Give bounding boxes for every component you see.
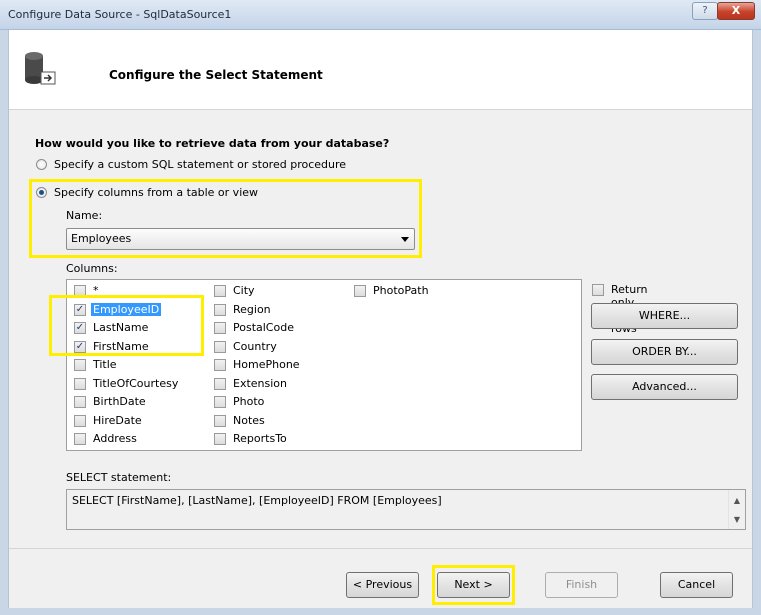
table-name-value: Employees bbox=[71, 232, 132, 245]
column-checkbox[interactable] bbox=[214, 414, 226, 427]
column-label[interactable]: * bbox=[91, 284, 101, 297]
column-label[interactable]: TitleOfCourtesy bbox=[91, 377, 180, 390]
window-title: Configure Data Source - SqlDataSource1 bbox=[8, 8, 232, 21]
column-label[interactable]: PhotoPath bbox=[371, 284, 431, 297]
column-label[interactable]: Photo bbox=[231, 395, 266, 408]
column-checkbox[interactable] bbox=[354, 285, 366, 297]
previous-button[interactable]: < Previous bbox=[346, 572, 419, 598]
page-title: Configure the Select Statement bbox=[109, 68, 323, 82]
question-label: How would you like to retrieve data from… bbox=[35, 137, 390, 150]
table-columns-radio[interactable] bbox=[36, 187, 47, 198]
footer-divider bbox=[9, 548, 752, 549]
column-checkbox[interactable] bbox=[214, 359, 226, 371]
close-button[interactable]: X bbox=[717, 2, 755, 20]
column-label[interactable]: Country bbox=[231, 340, 279, 353]
column-checkbox[interactable] bbox=[74, 285, 86, 297]
column-label[interactable]: BirthDate bbox=[91, 395, 148, 408]
column-checkbox[interactable] bbox=[74, 414, 86, 427]
dialog-body: Configure the Select Statement How would… bbox=[8, 30, 753, 608]
columns-list[interactable]: * ✓ EmployeeID ✓ LastName ✓ FirstName Title Titl… bbox=[66, 279, 582, 451]
column-label[interactable]: ReportsTo bbox=[231, 432, 289, 445]
column-checkbox[interactable] bbox=[214, 377, 226, 390]
column-checkbox[interactable] bbox=[214, 340, 226, 353]
table-columns-label[interactable]: Specify columns from a table or view bbox=[54, 186, 258, 199]
wizard-header: Configure the Select Statement bbox=[9, 30, 752, 110]
column-label[interactable]: PostalCode bbox=[231, 321, 296, 334]
advanced-button[interactable]: Advanced... bbox=[591, 374, 738, 400]
column-label[interactable]: Title bbox=[91, 358, 119, 371]
column-checkbox[interactable]: ✓ bbox=[74, 340, 86, 353]
select-statement-label: SELECT statement: bbox=[66, 471, 172, 484]
column-label[interactable]: HireDate bbox=[91, 414, 144, 427]
chevron-down-icon bbox=[401, 237, 409, 242]
column-checkbox[interactable] bbox=[214, 303, 226, 316]
column-label[interactable]: EmployeeID bbox=[91, 302, 162, 316]
database-icon bbox=[25, 52, 56, 85]
column-label[interactable]: Notes bbox=[231, 414, 267, 427]
column-checkbox[interactable] bbox=[214, 396, 226, 408]
column-checkbox[interactable] bbox=[74, 377, 86, 390]
where-button[interactable]: WHERE... bbox=[591, 303, 738, 329]
order-by-button[interactable]: ORDER BY... bbox=[591, 339, 738, 365]
unique-rows-checkbox[interactable] bbox=[592, 284, 604, 296]
scroll-down-icon[interactable]: ▼ bbox=[729, 515, 745, 524]
columns-label: Columns: bbox=[66, 262, 118, 275]
help-button[interactable]: ? bbox=[692, 2, 718, 20]
select-statement-text: SELECT [FirstName], [LastName], [Employe… bbox=[72, 494, 442, 507]
column-label[interactable]: Region bbox=[231, 303, 273, 316]
column-checkbox[interactable] bbox=[214, 433, 226, 445]
column-checkbox[interactable] bbox=[214, 322, 226, 334]
title-bar: Configure Data Source - SqlDataSource1 ?… bbox=[0, 0, 761, 30]
column-checkbox[interactable]: ✓ bbox=[74, 322, 86, 334]
column-label[interactable]: LastName bbox=[91, 321, 150, 334]
select-statement-box[interactable]: SELECT [FirstName], [LastName], [Employe… bbox=[66, 489, 746, 530]
cancel-button[interactable]: Cancel bbox=[660, 572, 733, 598]
column-checkbox[interactable]: ✓ bbox=[74, 303, 86, 316]
column-checkbox[interactable] bbox=[214, 285, 226, 297]
column-checkbox[interactable] bbox=[74, 359, 86, 371]
select-statement-scrollbar[interactable]: ▲ ▼ bbox=[728, 490, 745, 529]
name-label: Name: bbox=[66, 209, 103, 222]
custom-sql-radio[interactable] bbox=[36, 159, 47, 170]
column-checkbox[interactable] bbox=[74, 396, 86, 408]
column-label[interactable]: Address bbox=[91, 432, 139, 445]
custom-sql-label[interactable]: Specify a custom SQL statement or stored… bbox=[54, 158, 346, 171]
scroll-up-icon[interactable]: ▲ bbox=[729, 496, 745, 505]
next-button[interactable]: Next > bbox=[437, 572, 510, 598]
column-label[interactable]: City bbox=[231, 284, 257, 297]
column-label[interactable]: Extension bbox=[231, 377, 289, 390]
finish-button[interactable]: Finish bbox=[545, 572, 618, 598]
table-name-dropdown[interactable]: Employees bbox=[66, 228, 415, 250]
column-checkbox[interactable] bbox=[74, 433, 86, 445]
column-label[interactable]: HomePhone bbox=[231, 358, 302, 371]
column-label[interactable]: FirstName bbox=[91, 340, 151, 353]
